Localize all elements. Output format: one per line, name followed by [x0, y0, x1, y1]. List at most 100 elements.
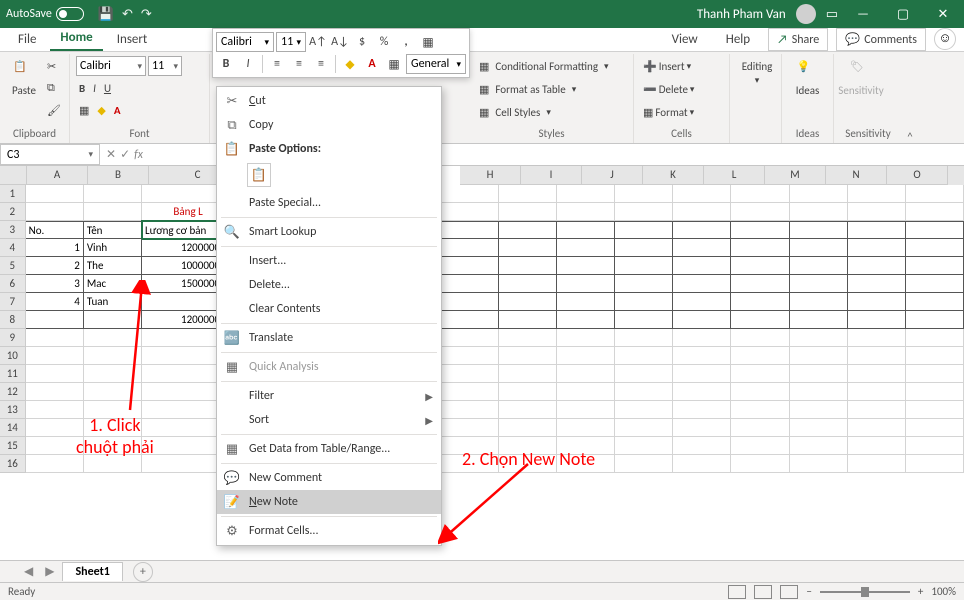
cell[interactable] [441, 419, 499, 437]
ctx-new-comment[interactable]: 💬New Comment [217, 466, 441, 490]
bold-button[interactable]: B [216, 54, 236, 74]
font-size-combo[interactable]: 11▾ [148, 56, 182, 76]
cell[interactable] [790, 401, 848, 419]
cell[interactable] [790, 185, 848, 203]
cell[interactable] [499, 239, 557, 257]
decrease-font-icon[interactable]: A↓ [330, 32, 350, 52]
cell[interactable] [26, 311, 84, 329]
ctx-sort[interactable]: Sort▶ [217, 408, 441, 432]
redo-icon[interactable]: ↷ [141, 7, 152, 22]
ctx-copy[interactable]: ⧉Copy [217, 113, 441, 137]
cell[interactable] [731, 275, 789, 293]
cell[interactable] [848, 329, 906, 347]
align-center-icon[interactable]: ≡ [289, 54, 309, 74]
col-header[interactable]: K [643, 166, 704, 185]
cell[interactable] [906, 383, 964, 401]
cell[interactable] [790, 311, 848, 329]
cell[interactable] [84, 185, 142, 203]
cell[interactable] [499, 311, 557, 329]
cell[interactable] [615, 293, 673, 311]
border-button[interactable]: ▦ [76, 100, 92, 120]
ideas-button[interactable]: 💡Ideas [788, 56, 827, 101]
cell[interactable] [26, 455, 84, 473]
col-header[interactable]: N [826, 166, 887, 185]
row-header[interactable]: 12 [0, 383, 26, 401]
cell[interactable] [499, 437, 557, 455]
cell[interactable] [790, 347, 848, 365]
cond-format-button[interactable]: ▦Conditional Formatting▾ [476, 56, 612, 76]
cell[interactable] [557, 275, 615, 293]
cell[interactable] [26, 419, 84, 437]
cell[interactable] [790, 329, 848, 347]
cell[interactable] [673, 275, 731, 293]
cell[interactable] [84, 419, 142, 437]
cell[interactable] [84, 365, 142, 383]
italic-button[interactable]: I [90, 78, 99, 98]
cell[interactable] [441, 221, 499, 239]
insert-cells-button[interactable]: ➕ Insert ▾ [640, 56, 694, 76]
cell[interactable] [673, 437, 731, 455]
cell[interactable] [848, 437, 906, 455]
cell[interactable] [906, 203, 964, 221]
cell[interactable] [615, 365, 673, 383]
cell[interactable] [615, 437, 673, 455]
cell[interactable] [906, 437, 964, 455]
cell[interactable] [848, 455, 906, 473]
paste-option-keep[interactable]: 📋 [247, 163, 271, 187]
cell[interactable] [84, 329, 142, 347]
cell[interactable] [731, 401, 789, 419]
enter-formula-icon[interactable]: ✓ [120, 147, 130, 162]
format-cells-button[interactable]: ▦ Format ▾ [640, 102, 697, 122]
cell[interactable] [848, 275, 906, 293]
zoom-out-button[interactable]: − [806, 585, 811, 598]
cell[interactable] [906, 455, 964, 473]
cell[interactable] [790, 203, 848, 221]
spreadsheet-grid[interactable]: A B C H I J K L M N O 12Bảng L3No.TênLươ… [0, 166, 964, 473]
cell[interactable] [441, 239, 499, 257]
cell[interactable] [499, 275, 557, 293]
cell[interactable] [557, 293, 615, 311]
font-color-icon[interactable]: A [362, 54, 382, 74]
cell[interactable] [906, 365, 964, 383]
cell[interactable] [557, 401, 615, 419]
select-all-corner[interactable] [0, 166, 27, 185]
cell[interactable] [673, 365, 731, 383]
ctx-clear[interactable]: Clear Contents [217, 297, 441, 321]
cell[interactable] [84, 311, 142, 329]
cell[interactable] [906, 311, 964, 329]
percent-icon[interactable]: % [374, 32, 394, 52]
cell[interactable] [499, 203, 557, 221]
cancel-formula-icon[interactable]: ✕ [106, 147, 116, 162]
cell[interactable] [441, 257, 499, 275]
cell[interactable] [731, 437, 789, 455]
editing-button[interactable]: Editing▾ [736, 56, 778, 90]
row-header[interactable]: 9 [0, 329, 26, 347]
cell[interactable] [26, 437, 84, 455]
cell[interactable] [673, 221, 731, 239]
cell[interactable]: 2 [26, 257, 84, 275]
cell[interactable] [26, 347, 84, 365]
cell[interactable] [790, 221, 848, 239]
cell[interactable] [499, 185, 557, 203]
row-header[interactable]: 2 [0, 203, 26, 221]
cell[interactable] [615, 419, 673, 437]
cell[interactable] [441, 347, 499, 365]
zoom-in-button[interactable]: + [918, 585, 923, 598]
cell[interactable] [731, 383, 789, 401]
fill-color-icon[interactable]: ◆ [340, 54, 360, 74]
cell[interactable] [848, 221, 906, 239]
cell[interactable] [84, 455, 142, 473]
help-icon[interactable]: ☺ [934, 28, 956, 50]
minimize-button[interactable]: — [848, 7, 878, 22]
row-header[interactable]: 10 [0, 347, 26, 365]
cell[interactable] [557, 329, 615, 347]
cell[interactable] [84, 401, 142, 419]
row-header[interactable]: 13 [0, 401, 26, 419]
sheet-tab[interactable]: Sheet1 [62, 562, 122, 581]
row-header[interactable]: 11 [0, 365, 26, 383]
cell[interactable]: 4 [26, 293, 84, 311]
cell[interactable] [441, 365, 499, 383]
tab-file[interactable]: File [8, 28, 46, 51]
cell[interactable] [906, 257, 964, 275]
cell[interactable] [731, 455, 789, 473]
